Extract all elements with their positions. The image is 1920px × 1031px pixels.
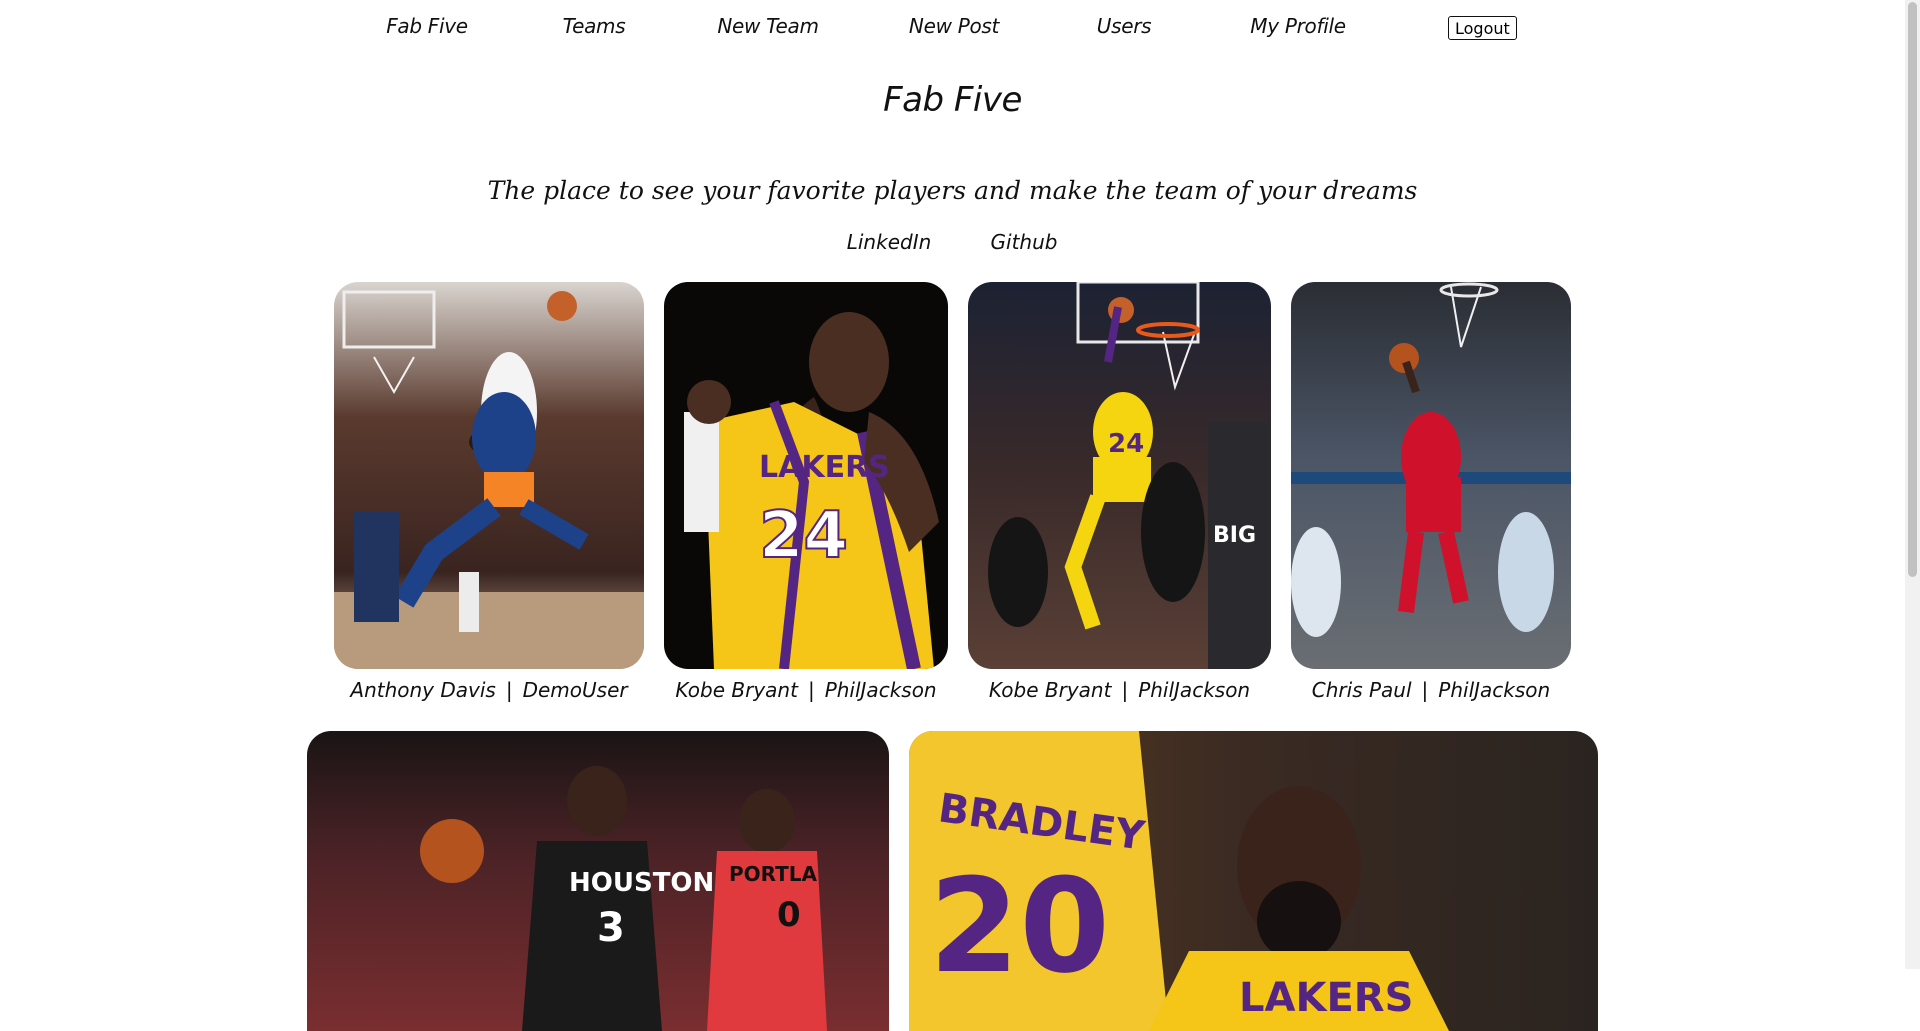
post-author[interactable]: DemoUser bbox=[523, 678, 628, 702]
post-caption: Anthony Davis | DemoUser bbox=[334, 678, 644, 702]
player-photo-icon[interactable]: LAKERS 24 bbox=[664, 282, 948, 669]
player-name: Kobe Bryant bbox=[988, 678, 1112, 702]
post-card[interactable]: Chris Paul | PhilJackson bbox=[1291, 282, 1571, 712]
github-link[interactable]: Github bbox=[991, 230, 1058, 254]
player-name: Chris Paul bbox=[1311, 678, 1412, 702]
post-card[interactable]: Anthony Davis | DemoUser bbox=[334, 282, 644, 712]
svg-text:LAKERS: LAKERS bbox=[1239, 975, 1413, 1021]
post-caption: Kobe Bryant | PhilJackson bbox=[968, 678, 1271, 702]
post-card[interactable]: BIG 24 Kobe Bryant | PhilJackson bbox=[968, 282, 1271, 712]
post-author[interactable]: PhilJackson bbox=[1138, 678, 1250, 702]
scrollbar[interactable] bbox=[1905, 0, 1920, 969]
post-caption: Chris Paul | PhilJackson bbox=[1291, 678, 1571, 702]
player-photo-icon[interactable]: HOUSTON 3 PORTLA 0 bbox=[307, 731, 889, 1031]
player-photo-icon[interactable] bbox=[1291, 282, 1571, 669]
svg-text:24: 24 bbox=[759, 499, 848, 573]
svg-text:PORTLA: PORTLA bbox=[729, 862, 818, 886]
nav-fab-five[interactable]: Fab Five bbox=[386, 14, 468, 38]
svg-text:BIG: BIG bbox=[1213, 523, 1256, 548]
player-photo-icon[interactable] bbox=[334, 282, 644, 669]
scrollbar-thumb[interactable] bbox=[1908, 2, 1917, 577]
player-photo-icon[interactable]: BRADLEY 20 LAKERS bbox=[909, 731, 1598, 1031]
svg-text:HOUSTON: HOUSTON bbox=[569, 868, 714, 898]
separator: | bbox=[505, 678, 513, 702]
nav-new-post[interactable]: New Post bbox=[909, 14, 999, 38]
post-caption: Kobe Bryant | PhilJackson bbox=[664, 678, 948, 702]
svg-text:20: 20 bbox=[929, 850, 1110, 1002]
page-title: Fab Five bbox=[883, 80, 1022, 120]
social-links: LinkedIn Github bbox=[0, 230, 1905, 260]
separator: | bbox=[1121, 678, 1129, 702]
player-name: Anthony Davis bbox=[350, 678, 496, 702]
post-card[interactable]: HOUSTON 3 PORTLA 0 bbox=[307, 731, 889, 1031]
nav-new-team[interactable]: New Team bbox=[717, 14, 819, 38]
nav-teams[interactable]: Teams bbox=[563, 14, 626, 38]
post-card[interactable]: LAKERS 24 Kobe Bryant | PhilJackson bbox=[664, 282, 948, 712]
separator: | bbox=[1421, 678, 1429, 702]
svg-text:LAKERS: LAKERS bbox=[759, 450, 890, 485]
svg-text:3: 3 bbox=[597, 905, 625, 951]
top-nav: Fab Five Teams New Team New Post Users M… bbox=[0, 14, 1905, 44]
nav-my-profile[interactable]: My Profile bbox=[1250, 14, 1346, 38]
post-author[interactable]: PhilJackson bbox=[825, 678, 937, 702]
tagline: The place to see your favorite players a… bbox=[487, 176, 1418, 205]
post-author[interactable]: PhilJackson bbox=[1438, 678, 1550, 702]
svg-text:24: 24 bbox=[1108, 429, 1144, 459]
player-name: Kobe Bryant bbox=[675, 678, 798, 702]
player-photo-icon[interactable]: BIG 24 bbox=[968, 282, 1271, 669]
nav-users[interactable]: Users bbox=[1097, 14, 1152, 38]
separator: | bbox=[807, 678, 815, 702]
logout-button[interactable]: Logout bbox=[1448, 16, 1517, 40]
svg-text:0: 0 bbox=[777, 895, 801, 935]
post-card[interactable]: BRADLEY 20 LAKERS bbox=[909, 731, 1598, 1031]
linkedin-link[interactable]: LinkedIn bbox=[847, 230, 932, 254]
